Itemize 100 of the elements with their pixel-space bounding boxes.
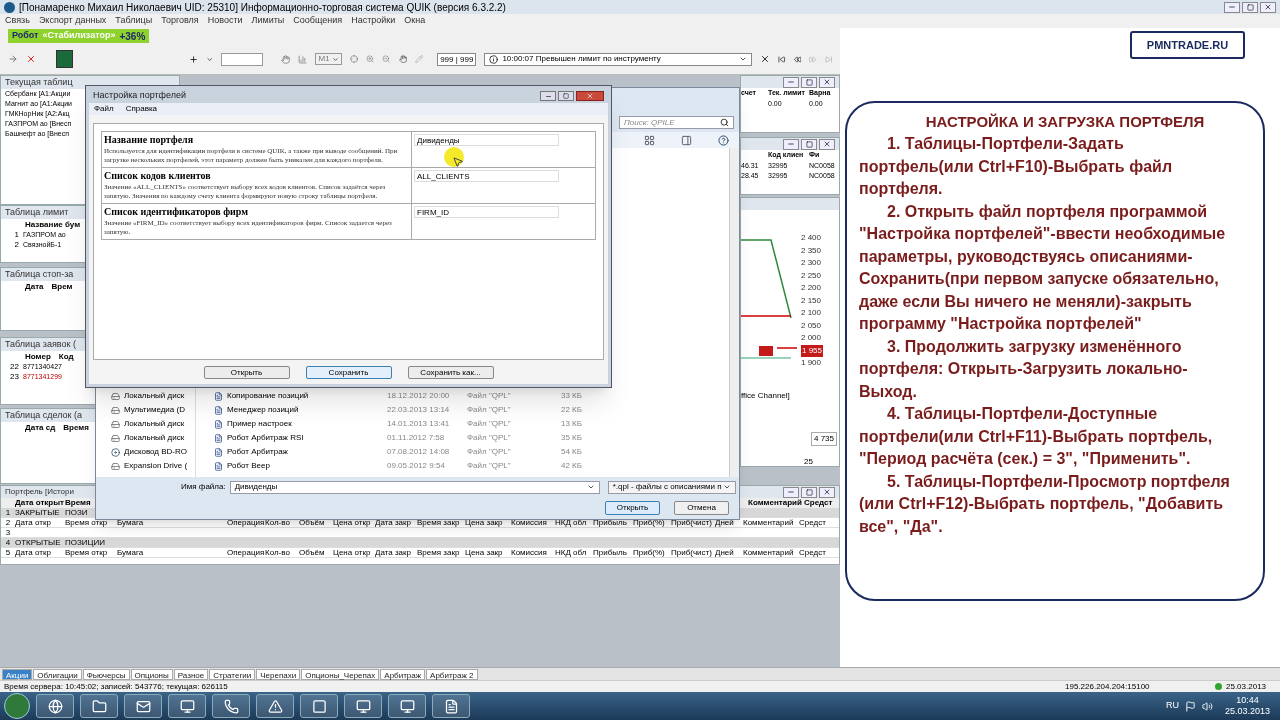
window-title: [Понамаренко Михаил Николаевич UID: 25310] Информационно-торговая система QUIK (версия 6.3.2.2) (19, 0, 506, 15)
mail-icon (135, 698, 151, 714)
close-button[interactable] (1260, 1, 1276, 13)
chart-button[interactable] (55, 50, 73, 68)
taskbar-button[interactable] (300, 694, 338, 718)
arrow-icon[interactable] (8, 53, 18, 65)
minimize-button[interactable] (783, 138, 799, 150)
close-button[interactable] (819, 76, 835, 88)
drive-item[interactable]: Локальный диск (111, 417, 195, 431)
timeframe-dropdown[interactable]: M1 (315, 53, 342, 65)
file-row[interactable]: Робот Арбитраж 07.08.2012 14:08 Файл "QPL" 54 КБ (214, 445, 729, 459)
table-cell-text: Дата закр (375, 516, 412, 529)
param-name: Список кодов клиентов (104, 169, 212, 183)
message-dropdown[interactable]: 10:00:07 Превышен лимит по инструменту (484, 52, 753, 66)
drive-item[interactable]: Дисковод BD-RO (111, 445, 195, 459)
taskbar-button[interactable] (344, 694, 382, 718)
taskbar-button[interactable] (168, 694, 206, 718)
table-cell-text: Дата откр (15, 516, 52, 529)
dialog-button[interactable]: Сохранить как... (407, 365, 494, 379)
drive-item[interactable]: Expansion Drive ( (111, 459, 195, 473)
start-button[interactable] (4, 693, 30, 719)
taskbar-button[interactable] (388, 694, 426, 718)
input-field[interactable] (221, 52, 264, 66)
hand-icon[interactable] (398, 54, 407, 64)
plus-icon[interactable] (188, 53, 198, 65)
filename-label: Имя файла: (181, 481, 226, 493)
preview-pane-icon[interactable] (681, 134, 692, 146)
menu-item[interactable]: Справка (125, 103, 158, 115)
dialog-button[interactable]: Открыть (605, 501, 660, 515)
volume-icon[interactable] (1201, 700, 1213, 712)
file-row[interactable]: Робот Веер 09.05.2012 9:54 Файл "QPL" 42 КБ (214, 459, 729, 473)
maximize-button[interactable] (558, 91, 574, 101)
table-cell-text: Время закр (417, 546, 461, 559)
menu-item[interactable]: Настройки (351, 14, 396, 28)
file-row[interactable]: Менеджер позиций 22.03.2013 13:14 Файл "QPL" 22 КБ (214, 403, 729, 417)
taskbar-button[interactable] (36, 694, 74, 718)
rewind-icon[interactable] (793, 54, 801, 64)
status-date: 25.03.2013 (1226, 680, 1268, 693)
column-header: Номер (25, 350, 51, 363)
first-icon[interactable] (778, 54, 786, 64)
file-icon (214, 433, 223, 443)
minimize-button[interactable] (783, 486, 799, 498)
file-icon (214, 461, 223, 471)
close-icon[interactable] (760, 53, 771, 65)
taskbar-button[interactable] (256, 694, 294, 718)
cancel-icon[interactable] (25, 53, 36, 65)
language-indicator[interactable]: RU (1165, 699, 1179, 713)
dialog-button[interactable]: Открыть (203, 365, 290, 379)
maximize-button[interactable] (801, 138, 817, 150)
taskbar-button[interactable] (212, 694, 250, 718)
table-cell-text: Кол-во (265, 516, 291, 529)
table-cell-text: Цена закр (465, 516, 504, 529)
file-row[interactable]: Пример настроек 14.01.2013 13:41 Файл "QPL" 13 КБ (214, 417, 729, 431)
dialog-button[interactable]: Сохранить (305, 365, 392, 379)
window-title: Таблица лимит (5, 205, 69, 219)
menu-item[interactable]: Окна (404, 14, 426, 28)
hand-icon[interactable] (281, 53, 291, 65)
minimize-button[interactable] (1224, 1, 1240, 13)
menu-item[interactable]: Файл (94, 103, 114, 115)
param-value-field[interactable]: ALL_CLIENTS (414, 170, 559, 182)
taskbar-button[interactable] (80, 694, 118, 718)
file-row[interactable]: Робот Арбитраж RSI 01.11.2012 7:58 Файл "QPL" 35 КБ (214, 431, 729, 445)
menu-item[interactable]: Лимиты (251, 14, 285, 28)
filename-field[interactable]: Дивиденды (229, 480, 600, 494)
view-icon[interactable] (644, 134, 655, 146)
drive-item[interactable]: Мультимедиа (D (111, 403, 195, 417)
menu-item[interactable]: Связь (5, 14, 30, 28)
close-button[interactable] (819, 138, 835, 150)
window-title: Портфель [Истори (5, 486, 74, 498)
maximize-button[interactable] (801, 486, 817, 498)
close-button[interactable] (576, 91, 604, 101)
price-tick: 1 900 (801, 357, 823, 369)
dialog-button[interactable]: Отмена (674, 501, 729, 515)
search-field[interactable]: Поиск: QPILE (619, 116, 734, 129)
clock[interactable]: 10:44 25.03.2013 (1218, 695, 1276, 717)
robot-banner[interactable]: Робот «Стабилизатор» +36% (8, 29, 150, 43)
minimize-button[interactable] (783, 76, 799, 88)
help-icon[interactable] (718, 134, 729, 146)
param-value-field[interactable]: FIRM_ID (414, 206, 559, 218)
filter-dropdown[interactable]: *.qpl - файлы с описаниями п (607, 480, 736, 494)
minimize-button[interactable] (540, 91, 556, 101)
column-header: Комментарий (748, 497, 803, 509)
maximize-button[interactable] (801, 76, 817, 88)
menu-item[interactable]: Торговля (161, 14, 199, 28)
taskbar-button[interactable] (124, 694, 162, 718)
maximize-button[interactable] (1242, 1, 1258, 13)
window-title: Таблица заявок ( (5, 337, 76, 351)
drive-item[interactable]: Локальный диск (111, 431, 195, 445)
menu-item[interactable]: Таблицы (115, 14, 153, 28)
flag-icon[interactable] (1184, 700, 1196, 712)
window-title: Таблица стоп-за (5, 267, 74, 281)
menu-item[interactable]: Сообщения (293, 14, 343, 28)
table-cell-text: Дата закр (375, 546, 412, 559)
drive-item[interactable]: Локальный диск (111, 389, 195, 403)
file-row[interactable]: Копирование позиций 18.12.2012 20:00 Файл "QPL" 33 КБ (214, 389, 729, 403)
menu-item[interactable]: Экспорт данных (38, 14, 107, 28)
close-button[interactable] (819, 486, 835, 498)
taskbar-button[interactable] (432, 694, 470, 718)
menu-item[interactable]: Новости (207, 14, 243, 28)
param-value-field[interactable]: Дивиденды (414, 134, 559, 146)
